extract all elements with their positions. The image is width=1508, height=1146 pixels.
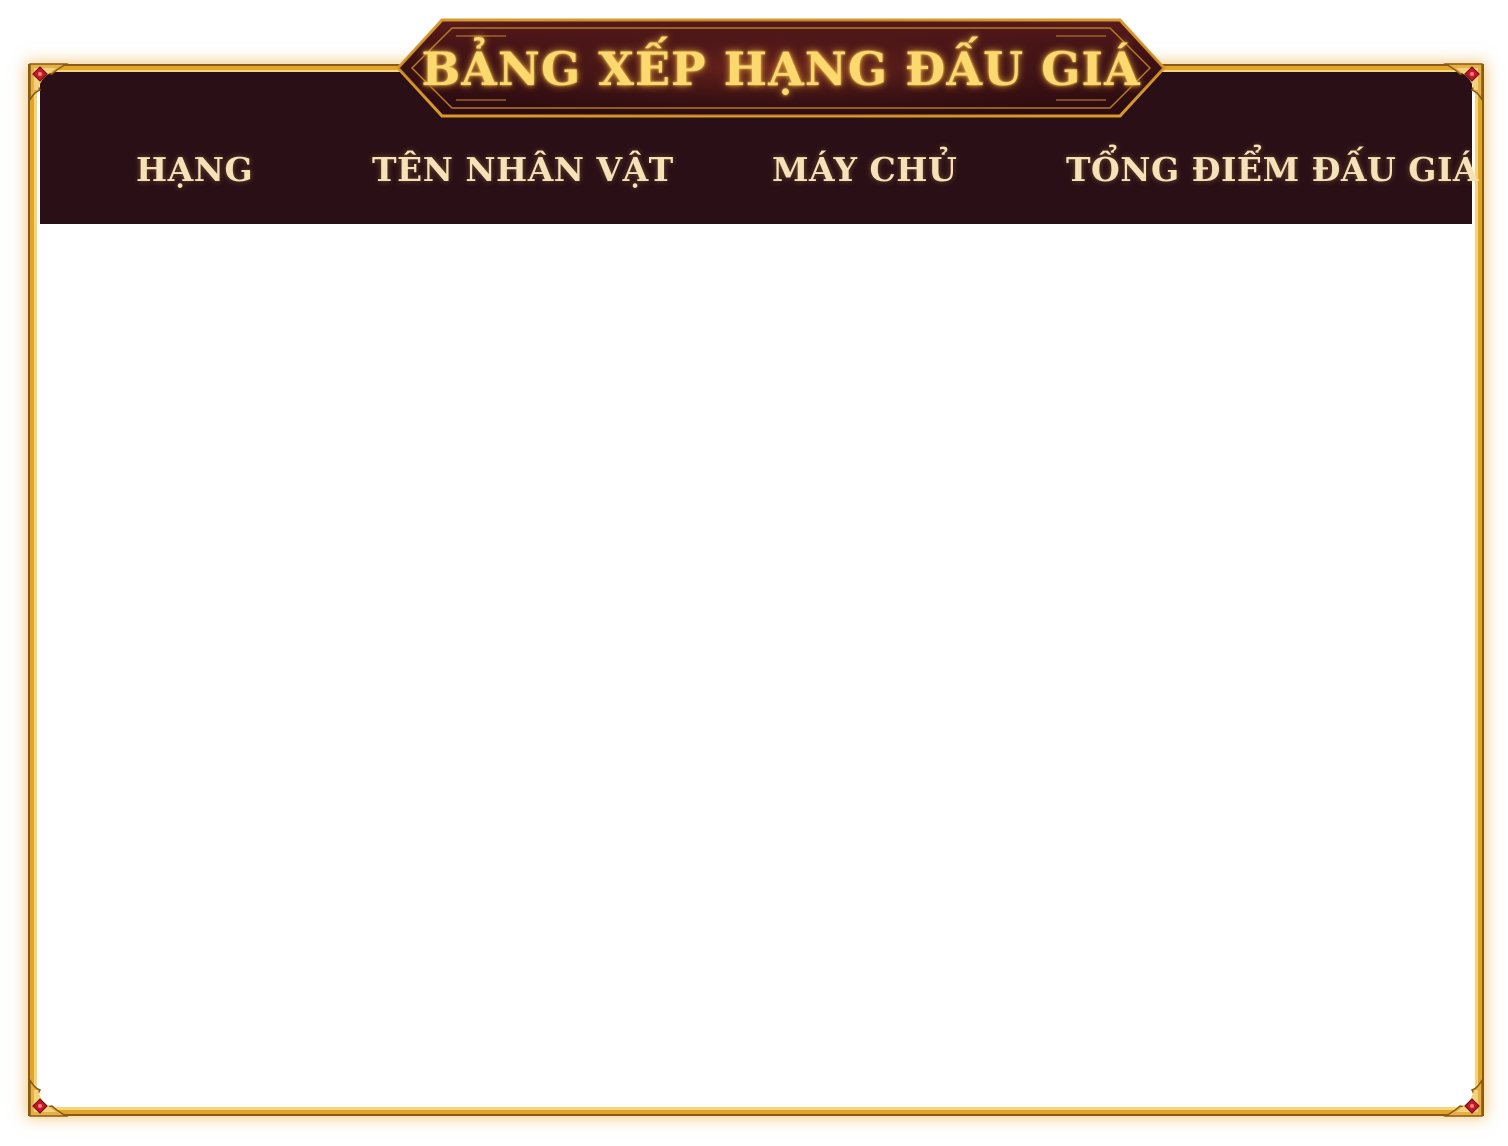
table-column-headers: HẠNG TÊN NHÂN VẬT MÁY CHỦ TỔNG ĐIỂM ĐẤU … (40, 140, 1479, 204)
title-plaque: BẢNG XẾP HẠNG ĐẤU GIÁ (396, 18, 1166, 118)
column-header-total-auction-points: TỔNG ĐIỂM ĐẤU GIÁ (1066, 150, 1480, 189)
corner-ornament-icon (26, 60, 82, 116)
column-header-character-name: TÊN NHÂN VẬT (372, 150, 674, 189)
auction-leaderboard-panel: HẠNG TÊN NHÂN VẬT MÁY CHỦ TỔNG ĐIỂM ĐẤU … (0, 0, 1508, 1146)
leaderboard-title: BẢNG XẾP HẠNG ĐẤU GIÁ (421, 42, 1141, 96)
column-header-rank: HẠNG (136, 150, 254, 189)
column-header-server: MÁY CHỦ (772, 150, 958, 189)
corner-ornament-icon (1430, 60, 1486, 116)
corner-ornament-icon (26, 1064, 82, 1120)
corner-ornament-icon (1430, 1064, 1486, 1120)
leaderboard-table-body (40, 224, 1472, 1104)
